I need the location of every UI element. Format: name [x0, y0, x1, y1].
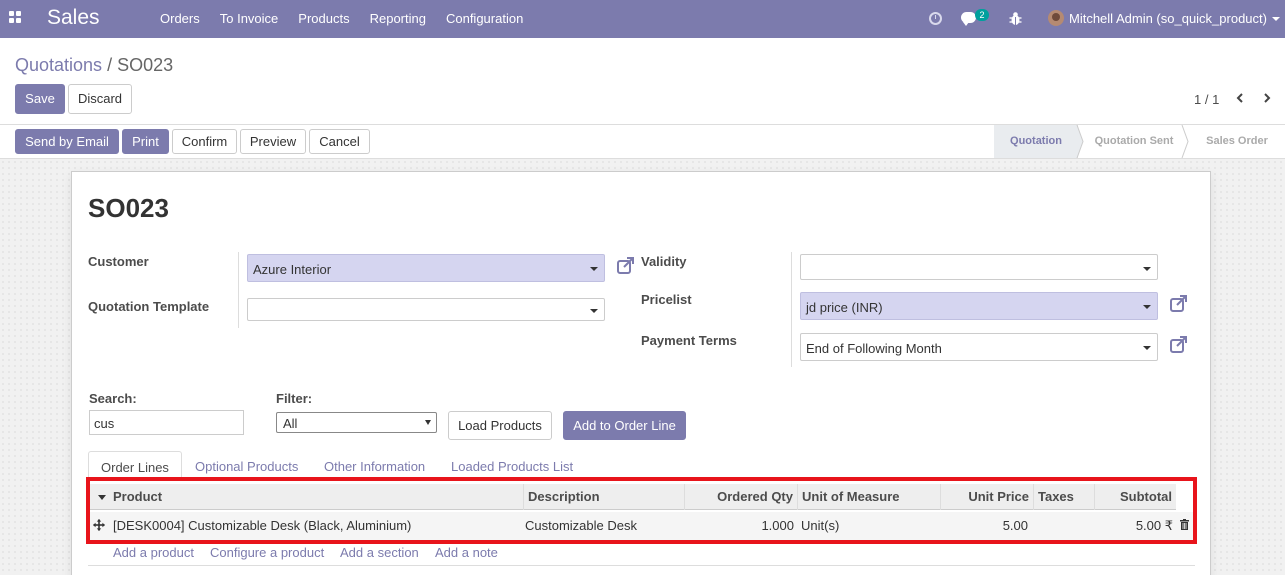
menu-products[interactable]: Products — [288, 0, 359, 38]
stage-separator-icon — [1181, 125, 1189, 158]
stage-quotation[interactable]: Quotation — [994, 125, 1078, 158]
tab-other-information[interactable]: Other Information — [324, 451, 425, 479]
stage-sales-order[interactable]: Sales Order — [1194, 125, 1280, 158]
filter-value: All — [283, 416, 298, 431]
search-label: Search: — [89, 391, 137, 406]
payment-terms-value: End of Following Month — [806, 341, 942, 356]
customer-value: Azure Interior — [253, 262, 332, 277]
menu-configuration[interactable]: Configuration — [436, 0, 533, 38]
cancel-button[interactable]: Cancel — [309, 129, 370, 154]
preview-button[interactable]: Preview — [240, 129, 306, 154]
pricelist-value: jd price (INR) — [806, 300, 883, 315]
chevron-down-icon — [1143, 346, 1151, 350]
status-stages: Quotation Quotation Sent Sales Order — [994, 125, 1285, 158]
filter-select[interactable]: All — [276, 412, 437, 433]
chevron-down-icon — [1143, 267, 1151, 271]
add-note-link[interactable]: Add a note — [435, 545, 498, 560]
tab-order-lines[interactable]: Order Lines — [88, 451, 182, 480]
customer-select[interactable]: Azure Interior — [247, 254, 605, 282]
add-product-link[interactable]: Add a product — [113, 545, 194, 560]
control-panel: Quotations / SO023 Save Discard 1 / 1 — [0, 38, 1285, 125]
notebook-tabs: Order Lines Optional Products Other Info… — [88, 451, 1195, 480]
breadcrumb: Quotations / SO023 — [15, 55, 173, 76]
menu-reporting[interactable]: Reporting — [360, 0, 436, 38]
pricelist-select[interactable]: jd price (INR) — [800, 292, 1158, 320]
chevron-down-icon — [425, 420, 431, 425]
external-link-icon[interactable] — [616, 256, 636, 276]
debug-bug-icon[interactable] — [1009, 11, 1022, 26]
field-divider — [791, 252, 792, 367]
pager-previous-icon[interactable] — [1235, 93, 1245, 103]
stage-quotation-sent[interactable]: Quotation Sent — [1084, 125, 1184, 158]
user-menu-name[interactable]: Mitchell Admin (so_quick_product) — [1069, 11, 1267, 26]
record-title: SO023 — [88, 193, 169, 223]
breadcrumb-separator: / — [107, 55, 113, 75]
messaging-icon[interactable] — [961, 12, 976, 26]
confirm-button[interactable]: Confirm — [172, 129, 237, 154]
filter-label: Filter: — [276, 391, 313, 406]
field-divider — [238, 252, 239, 328]
discard-button[interactable]: Discard — [68, 84, 132, 114]
quotation-template-label: Quotation Template — [88, 299, 210, 314]
save-button[interactable]: Save — [15, 84, 65, 114]
messaging-count-badge: 2 — [975, 9, 989, 21]
validity-label: Validity — [641, 254, 687, 269]
activity-clock-icon[interactable] — [929, 12, 942, 25]
print-button[interactable]: Print — [122, 129, 169, 154]
pricelist-label: Pricelist — [641, 292, 692, 307]
top-navbar: Sales Orders To Invoice Products Reporti… — [0, 0, 1285, 38]
send-by-email-button[interactable]: Send by Email — [15, 129, 119, 154]
add-section-link[interactable]: Add a section — [340, 545, 419, 560]
highlight-annotation — [86, 477, 1197, 544]
payment-terms-select[interactable]: End of Following Month — [800, 333, 1158, 361]
menu-to-invoice[interactable]: To Invoice — [210, 0, 289, 38]
load-products-button[interactable]: Load Products — [448, 411, 552, 440]
pager-next-icon[interactable] — [1262, 93, 1272, 103]
quotation-template-select[interactable] — [247, 298, 605, 321]
chevron-down-icon — [590, 309, 598, 313]
apps-grid-icon[interactable] — [9, 11, 22, 24]
customer-label: Customer — [88, 254, 149, 269]
configure-product-link[interactable]: Configure a product — [210, 545, 324, 560]
external-link-icon[interactable] — [1169, 294, 1189, 314]
menu-orders[interactable]: Orders — [150, 0, 210, 38]
chevron-down-icon — [590, 267, 598, 271]
chevron-down-icon — [1143, 305, 1151, 309]
payment-terms-label: Payment Terms — [641, 333, 737, 348]
table-footer-divider — [88, 565, 1195, 566]
breadcrumb-current: SO023 — [117, 55, 174, 75]
user-menu-caret-icon[interactable] — [1272, 17, 1280, 21]
user-avatar[interactable] — [1048, 10, 1064, 26]
form-statusbar: Send by Email Print Confirm Preview Canc… — [0, 125, 1285, 159]
breadcrumb-quotations-link[interactable]: Quotations — [15, 55, 102, 75]
tab-loaded-products-list[interactable]: Loaded Products List — [451, 451, 573, 479]
tab-optional-products[interactable]: Optional Products — [195, 451, 298, 479]
add-to-order-line-button[interactable]: Add to Order Line — [563, 411, 686, 440]
main-menu: Orders To Invoice Products Reporting Con… — [150, 0, 533, 38]
stage-separator-icon — [1070, 125, 1084, 158]
product-search-input[interactable]: cus — [89, 410, 244, 435]
search-value: cus — [94, 416, 115, 431]
pager-value[interactable]: 1 / 1 — [1194, 92, 1219, 107]
external-link-icon[interactable] — [1169, 335, 1189, 355]
validity-date-input[interactable] — [800, 254, 1158, 280]
app-name[interactable]: Sales — [47, 6, 100, 30]
